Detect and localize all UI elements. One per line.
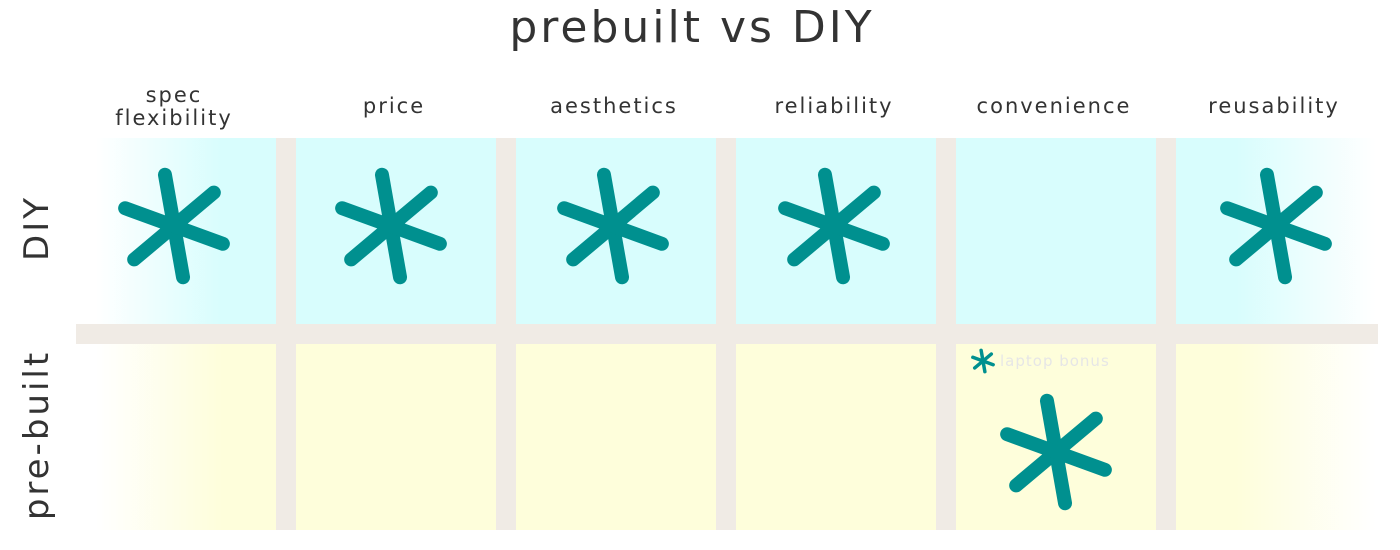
asterisk-icon <box>335 167 447 285</box>
column-divider <box>276 138 296 530</box>
cell-prebuilt-reusability <box>1176 344 1376 530</box>
cell-diy-convenience <box>956 138 1156 324</box>
cell-prebuilt-spec-flexibility <box>96 344 276 530</box>
asterisk-icon <box>1220 167 1332 285</box>
column-header-convenience: convenience <box>976 94 1132 119</box>
cell-prebuilt-reliability <box>736 344 936 530</box>
cell-prebuilt-price <box>296 344 496 530</box>
asterisk-icon <box>1000 393 1112 511</box>
laptop-bonus-note: laptop bonus <box>970 348 1110 374</box>
column-header-spec-flexibility: spec flexibility <box>115 82 233 130</box>
column-divider <box>716 138 736 530</box>
asterisk-icon <box>557 167 669 285</box>
column-divider <box>496 138 516 530</box>
column-header-reusability: reusability <box>1208 94 1340 119</box>
asterisk-icon <box>118 167 230 285</box>
column-divider <box>1156 138 1176 530</box>
row-label-prebuilt: pre-built <box>17 349 57 521</box>
column-divider <box>936 138 956 530</box>
column-header-aesthetics: aesthetics <box>550 94 678 119</box>
row-label-diy: DIY <box>17 195 57 261</box>
column-header-reliability: reliability <box>774 94 894 119</box>
cell-prebuilt-aesthetics <box>516 344 716 530</box>
asterisk-icon <box>778 167 890 285</box>
column-header-price: price <box>362 94 426 119</box>
diagram-title: prebuilt vs DIY <box>509 2 875 53</box>
laptop-bonus-label: laptop bonus <box>1000 352 1110 370</box>
asterisk-icon <box>971 348 995 374</box>
